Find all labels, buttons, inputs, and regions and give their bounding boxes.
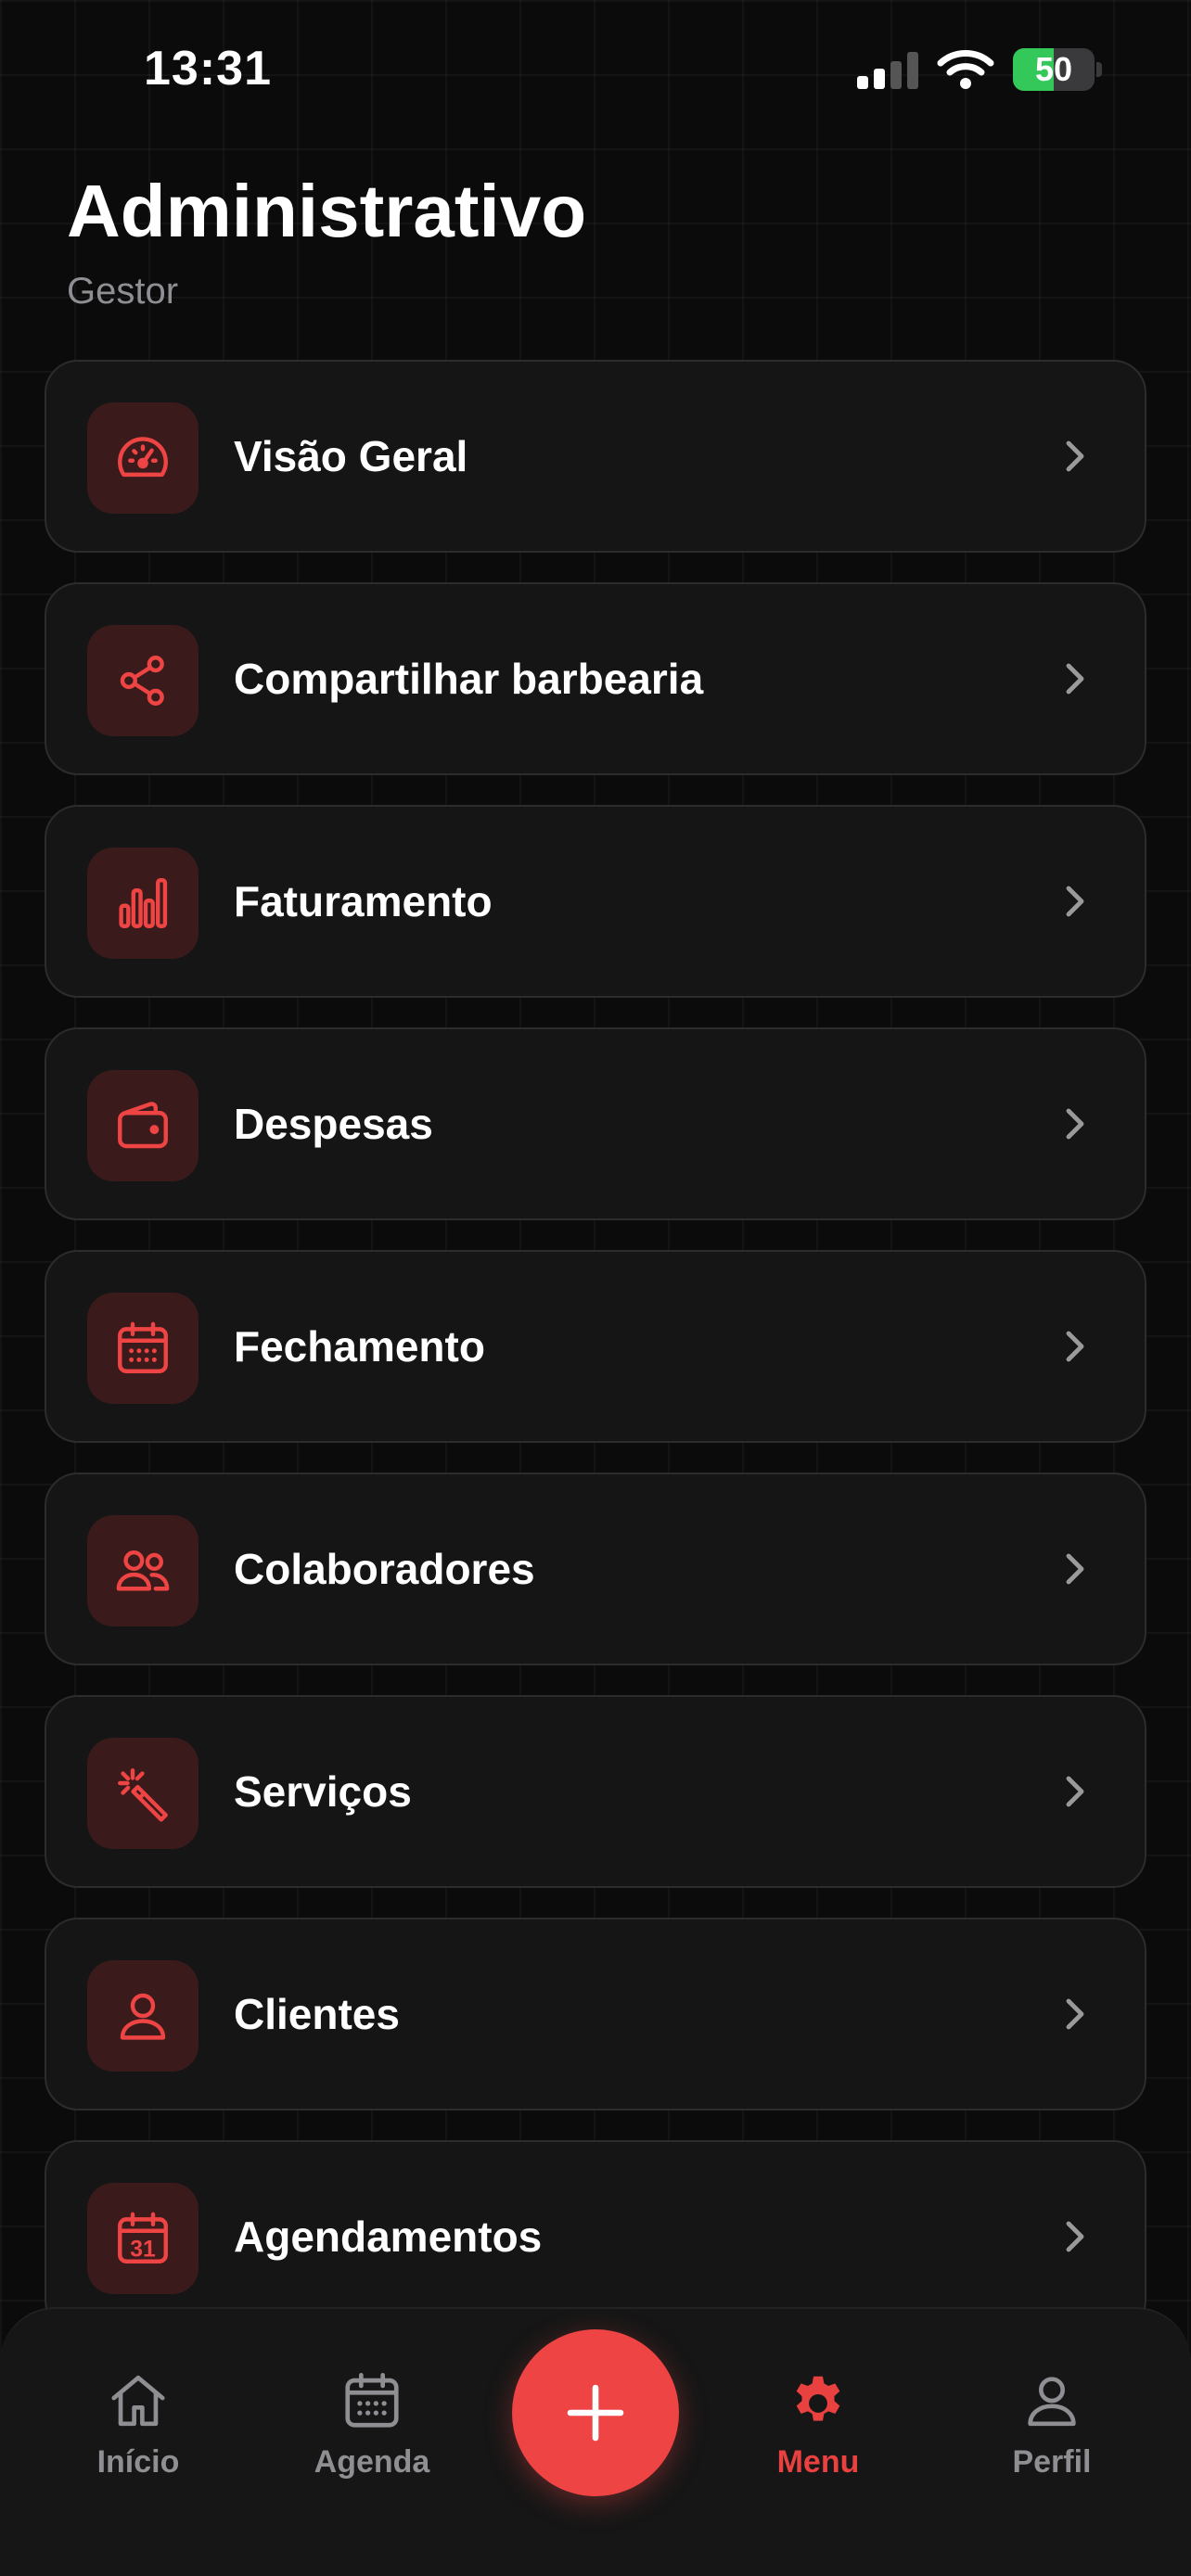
gear-icon	[796, 2376, 840, 2421]
page-subtitle: Gestor	[67, 271, 179, 312]
svg-text:31: 31	[130, 2237, 156, 2262]
menu-item-label: Compartilhar barbearia	[234, 655, 704, 703]
tab-perfil[interactable]: Perfil	[959, 2368, 1145, 2480]
chevron-right-icon	[1066, 2221, 1084, 2252]
wifi-icon	[937, 50, 994, 89]
chevron-right-icon	[1066, 1108, 1084, 1140]
menu-item-clientes[interactable]: Clientes	[45, 1918, 1146, 2111]
bar-chart-icon	[119, 878, 168, 928]
calendar-31-icon: 31	[118, 2212, 168, 2264]
tab-label: Perfil	[1012, 2444, 1092, 2480]
battery-percentage: 50	[1034, 50, 1073, 88]
calendar-icon	[118, 1321, 168, 1373]
tab-agenda[interactable]: Agenda	[279, 2368, 465, 2480]
menu-item-faturamento[interactable]: Faturamento	[45, 805, 1146, 998]
chevron-right-icon	[1066, 1776, 1084, 1807]
add-button[interactable]	[512, 2329, 679, 2496]
menu-item-despesas[interactable]: Despesas	[45, 1027, 1146, 1220]
tab-label: Menu	[776, 2444, 860, 2480]
tab-inicio[interactable]: Início	[45, 2368, 231, 2480]
home-icon	[111, 2375, 165, 2427]
user-icon	[120, 1993, 166, 2040]
menu-item-agendamentos[interactable]: 31 Agendamentos	[45, 2140, 1146, 2333]
user-icon	[1028, 2377, 1076, 2427]
chevron-right-icon	[1066, 663, 1084, 695]
menu-item-fechamento[interactable]: Fechamento	[45, 1250, 1146, 1443]
plus-icon	[567, 2384, 624, 2442]
page-title: Administrativo	[67, 170, 587, 252]
menu-item-label: Faturamento	[234, 877, 493, 925]
menu-item-compartilhar-barbearia[interactable]: Compartilhar barbearia	[45, 582, 1146, 775]
tab-menu[interactable]: Menu	[725, 2368, 911, 2480]
users-icon	[116, 1550, 170, 1591]
menu-item-label: Colaboradores	[234, 1545, 535, 1593]
chevron-right-icon	[1066, 886, 1084, 917]
chevron-right-icon	[1066, 440, 1084, 472]
menu-item-label: Clientes	[234, 1990, 400, 2038]
calendar-icon	[345, 2372, 399, 2428]
menu-item-label: Agendamentos	[234, 2213, 543, 2261]
menu-item-label: Serviços	[234, 1767, 412, 1816]
menu-item-label: Despesas	[234, 1100, 433, 1148]
menu-item-label: Fechamento	[234, 1322, 485, 1371]
wallet-icon	[118, 1102, 168, 1149]
chevron-right-icon	[1066, 1553, 1084, 1585]
speedometer-icon	[118, 437, 168, 478]
tab-label: Início	[96, 2444, 180, 2480]
menu-item-visao-geral[interactable]: Visão Geral	[45, 360, 1146, 553]
cellular-signal-icon	[857, 52, 918, 89]
status-time: 13:31	[144, 42, 272, 96]
battery-indicator: 50	[1013, 48, 1102, 91]
status-bar: 13:31 50	[0, 0, 1191, 139]
share-icon	[120, 656, 164, 706]
chevron-right-icon	[1066, 1331, 1084, 1362]
page-header: Administrativo Gestor	[67, 167, 586, 312]
menu-item-label: Visão Geral	[234, 432, 468, 480]
chevron-right-icon	[1066, 1998, 1084, 2030]
magic-wand-icon	[118, 1768, 168, 1822]
menu-item-colaboradores[interactable]: Colaboradores	[45, 1473, 1146, 1665]
tab-label: Agenda	[314, 2444, 430, 2480]
menu-item-servicos[interactable]: Serviços	[45, 1695, 1146, 1888]
